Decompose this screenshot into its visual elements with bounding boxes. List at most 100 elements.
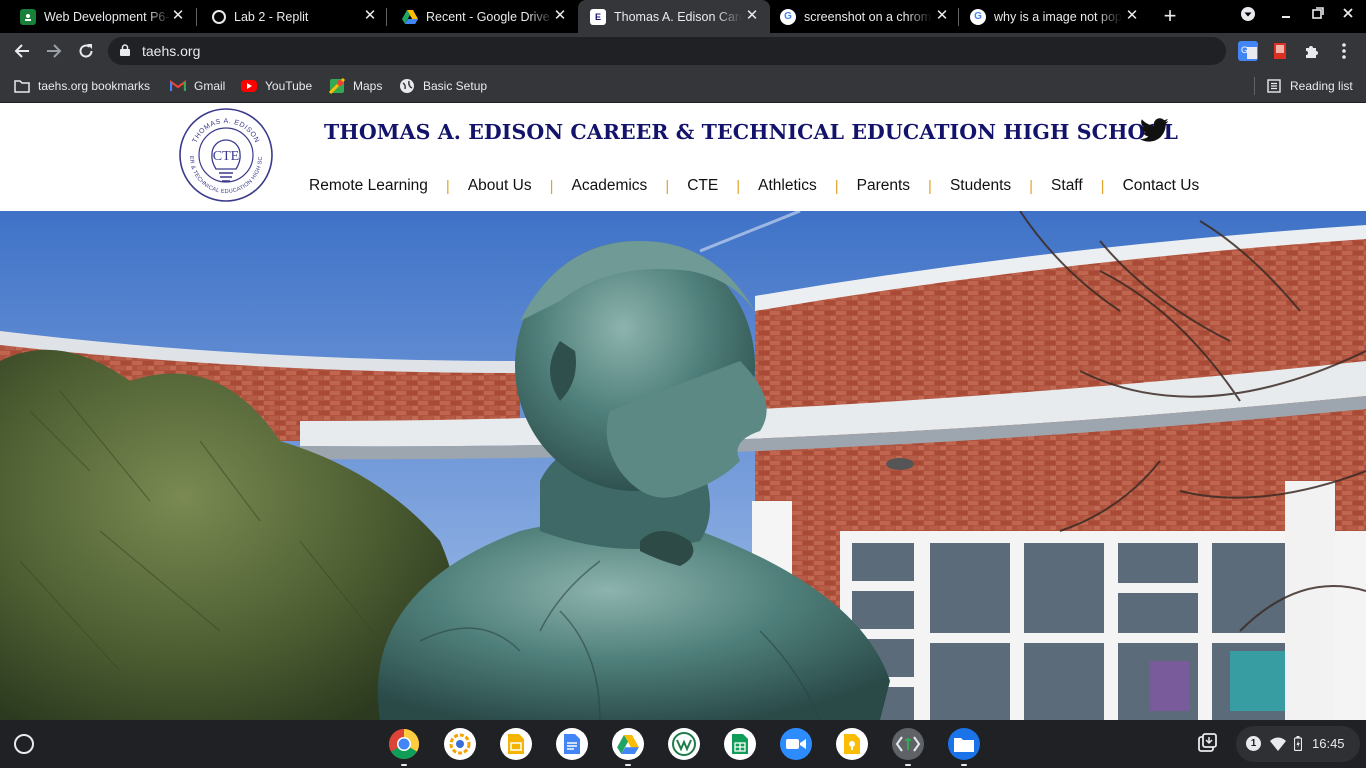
google-translate-icon[interactable]: G bbox=[1238, 41, 1258, 61]
google-icon: G bbox=[970, 8, 986, 25]
globe-icon bbox=[399, 78, 415, 94]
close-window-icon[interactable] bbox=[1338, 6, 1358, 26]
reading-list-label: Reading list bbox=[1290, 79, 1353, 93]
keep-icon[interactable] bbox=[836, 728, 868, 760]
bookmark-extension-icon[interactable] bbox=[1270, 41, 1290, 61]
bookmark-maps[interactable]: Maps bbox=[329, 76, 382, 96]
close-icon[interactable]: ✕ bbox=[934, 8, 950, 24]
reading-list-button[interactable]: Reading list bbox=[1266, 76, 1353, 96]
tab-divider bbox=[958, 8, 959, 26]
youtube-icon bbox=[241, 80, 257, 92]
bookmarks-divider bbox=[1254, 77, 1255, 95]
nav-separator: | bbox=[549, 177, 554, 195]
bookmarks-bar: taehs.org bookmarks Gmail YouTube Maps B… bbox=[0, 69, 1366, 103]
holding-space-icon[interactable] bbox=[1196, 732, 1218, 754]
tab-lab-2-replit[interactable]: Lab 2 - Replit ✕ bbox=[192, 0, 388, 33]
reload-button[interactable] bbox=[74, 39, 98, 63]
nav-link-parents[interactable]: Parents bbox=[857, 177, 910, 195]
clock-time: 16:45 bbox=[1312, 736, 1345, 751]
tab-strip: Web Development P6-7 ✕ Lab 2 - Replit ✕ … bbox=[0, 0, 1366, 33]
classroom-icon bbox=[20, 8, 36, 25]
menu-icon[interactable] bbox=[1334, 41, 1354, 61]
bookmark-label: taehs.org bookmarks bbox=[38, 79, 151, 93]
folder-icon bbox=[14, 78, 30, 94]
text-editor-icon[interactable] bbox=[892, 728, 924, 766]
battery-icon bbox=[1294, 736, 1302, 751]
back-button[interactable] bbox=[10, 39, 34, 63]
new-tab-button[interactable]: + bbox=[1158, 5, 1182, 29]
maps-icon bbox=[329, 78, 345, 94]
tab-search-icon[interactable] bbox=[1238, 6, 1258, 26]
nav-link-academics[interactable]: Academics bbox=[572, 177, 648, 195]
bookmark-label: Basic Setup bbox=[423, 79, 488, 93]
close-icon[interactable]: ✕ bbox=[1124, 8, 1140, 24]
bookmark-label: Maps bbox=[353, 79, 383, 93]
school-title[interactable]: THOMAS A. EDISON CAREER & TECHNICAL EDUC… bbox=[324, 120, 1178, 144]
restore-icon[interactable] bbox=[1308, 6, 1328, 26]
tab-title: Thomas A. Edison Care bbox=[614, 9, 742, 24]
nav-link-staff[interactable]: Staff bbox=[1051, 177, 1083, 195]
nav-separator: | bbox=[445, 177, 450, 195]
launcher-button[interactable] bbox=[14, 734, 34, 754]
nav-separator: | bbox=[665, 177, 670, 195]
tab-screenshot-search[interactable]: G screenshot on a chrom ✕ bbox=[770, 0, 960, 33]
close-icon[interactable]: ✕ bbox=[552, 8, 568, 24]
tab-web-development[interactable]: Web Development P6-7 ✕ bbox=[0, 0, 196, 33]
drive-icon[interactable] bbox=[612, 728, 644, 766]
drive-icon bbox=[402, 9, 418, 25]
web-page: THOMAS A. EDISON CAREER & TECHNICAL EDUC… bbox=[0, 103, 1366, 720]
running-indicator bbox=[625, 764, 631, 766]
classkick-icon[interactable] bbox=[668, 728, 700, 760]
slides-icon[interactable] bbox=[500, 728, 532, 760]
nav-link-students[interactable]: Students bbox=[950, 177, 1011, 195]
nav-separator: | bbox=[1029, 177, 1034, 195]
twitter-icon[interactable] bbox=[1140, 118, 1168, 142]
extensions-icon[interactable] bbox=[1302, 41, 1322, 61]
site-header: THOMAS A. EDISON CAREER & TECHNICAL EDUC… bbox=[0, 103, 1366, 211]
tab-thomas-edison[interactable]: E Thomas A. Edison Care ✕ bbox=[578, 0, 770, 33]
os-shelf: 1 16:45 bbox=[0, 720, 1366, 768]
bookmark-label: Gmail bbox=[194, 79, 226, 93]
taehs-icon: E bbox=[590, 8, 606, 25]
forward-button[interactable] bbox=[42, 39, 66, 63]
bookmark-taehs-folder[interactable]: taehs.org bookmarks bbox=[14, 76, 150, 96]
status-tray[interactable]: 1 16:45 bbox=[1236, 726, 1360, 762]
hubs-icon[interactable] bbox=[444, 728, 476, 760]
nav-link-athletics[interactable]: Athletics bbox=[758, 177, 817, 195]
nav-separator: | bbox=[928, 177, 932, 195]
browser-toolbar: taehs.org G bbox=[0, 33, 1366, 69]
notification-count: 1 bbox=[1246, 736, 1261, 751]
nav-separator: | bbox=[736, 177, 741, 195]
wifi-icon bbox=[1270, 737, 1286, 751]
nav-link-cte[interactable]: CTE bbox=[687, 177, 718, 195]
bookmark-basic-setup[interactable]: Basic Setup bbox=[399, 76, 487, 96]
bookmark-label: YouTube bbox=[265, 79, 313, 93]
google-icon: G bbox=[780, 8, 796, 25]
tab-title: Recent - Google Drive bbox=[426, 9, 550, 24]
gmail-icon bbox=[170, 78, 186, 94]
address-bar[interactable]: taehs.org bbox=[108, 37, 1226, 65]
zoom-icon[interactable] bbox=[780, 728, 812, 760]
nav-separator: | bbox=[834, 177, 839, 195]
close-icon[interactable]: ✕ bbox=[744, 8, 760, 24]
nav-link-contact-us[interactable]: Contact Us bbox=[1123, 177, 1200, 195]
files-icon[interactable] bbox=[948, 728, 980, 766]
tab-google-drive[interactable]: Recent - Google Drive ✕ bbox=[382, 0, 578, 33]
bookmark-gmail[interactable]: Gmail bbox=[170, 76, 225, 96]
close-icon[interactable]: ✕ bbox=[362, 8, 378, 24]
school-logo[interactable]: THOMAS A. EDISON CAREER & TECHNICAL EDUC… bbox=[178, 107, 274, 203]
sheets-icon[interactable] bbox=[724, 728, 756, 760]
docs-icon[interactable] bbox=[556, 728, 588, 760]
nav-link-about-us[interactable]: About Us bbox=[468, 177, 532, 195]
running-indicator bbox=[905, 764, 911, 766]
close-icon[interactable]: ✕ bbox=[170, 8, 186, 24]
tab-title: why is a image not pop bbox=[994, 9, 1122, 24]
nav-link-remote-learning[interactable]: Remote Learning bbox=[309, 177, 428, 195]
minimize-icon[interactable] bbox=[1276, 6, 1296, 26]
tab-image-search[interactable]: G why is a image not pop ✕ bbox=[960, 0, 1150, 33]
hero-image bbox=[0, 211, 1366, 720]
running-indicator bbox=[401, 764, 407, 766]
chrome-icon[interactable] bbox=[388, 728, 420, 766]
tab-title: Lab 2 - Replit bbox=[234, 9, 309, 24]
bookmark-youtube[interactable]: YouTube bbox=[241, 76, 312, 96]
